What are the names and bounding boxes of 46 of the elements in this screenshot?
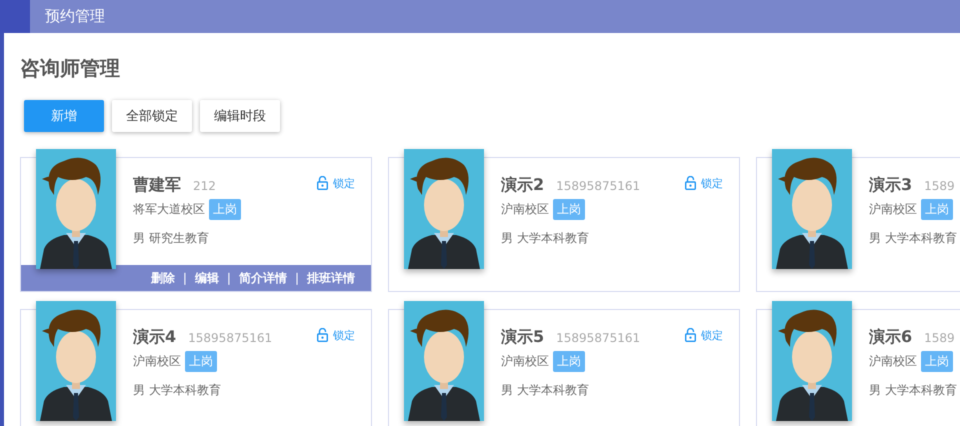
gender-education: 男 研究生教育 (133, 230, 210, 247)
campus-label: 沪南校区 (133, 353, 181, 370)
toolbar-button[interactable]: 新增 (24, 100, 104, 132)
separator: | (182, 271, 187, 285)
status-badge: 上岗 (185, 351, 217, 372)
gender-education: 男 大学本科教育 (501, 230, 590, 247)
toolbar-button[interactable]: 编辑时段 (200, 100, 280, 132)
campus-label: 沪南校区 (501, 201, 549, 218)
phone-number: 212 (193, 179, 216, 193)
counselor-name: 演示3 (869, 175, 912, 196)
action-link[interactable]: 简介详情 (238, 270, 287, 286)
lock-link[interactable]: 锁定 (701, 176, 723, 190)
action-link[interactable]: 编辑 (194, 270, 219, 286)
header-title: 预约管理 (45, 7, 105, 26)
gender-education: 男 大学本科教育 (869, 382, 958, 399)
status-badge: 上岗 (209, 199, 241, 220)
counselor-name: 演示5 (501, 327, 544, 348)
counselor-name: 演示2 (501, 175, 544, 196)
status-badge: 上岗 (921, 199, 953, 220)
action-link[interactable]: 删除 (150, 270, 175, 286)
action-link[interactable]: 排班详情 (307, 270, 355, 286)
gender-education: 男 大学本科教育 (501, 382, 590, 399)
page-title: 咨询师管理 (19, 55, 121, 78)
lock-link[interactable]: 锁定 (701, 328, 723, 342)
toolbar-button[interactable]: 全部锁定 (112, 100, 192, 132)
separator: | (226, 271, 231, 285)
phone-number: 15895875161 (556, 179, 640, 193)
phone-number: 15895875161 (556, 331, 640, 345)
campus-label: 沪南校区 (501, 353, 549, 370)
campus-label: 沪南校区 (869, 201, 917, 218)
phone-number: 15895875161 (188, 331, 272, 345)
counselor-name: 曹建军 (133, 175, 181, 196)
counselor-name: 演示4 (133, 327, 176, 348)
campus-label: 沪南校区 (869, 353, 917, 370)
lock-link[interactable]: 锁定 (333, 176, 355, 190)
counselor-name: 演示6 (869, 327, 912, 348)
status-badge: 上岗 (921, 351, 953, 372)
status-badge: 上岗 (553, 351, 585, 372)
phone-number: 1589 (924, 179, 955, 193)
status-badge: 上岗 (553, 199, 585, 220)
separator: | (294, 271, 299, 285)
campus-label: 将军大道校区 (133, 201, 205, 218)
gender-education: 男 大学本科教育 (869, 230, 958, 247)
gender-education: 男 大学本科教育 (133, 382, 222, 399)
lock-link[interactable]: 锁定 (333, 328, 355, 342)
phone-number: 1589 (924, 331, 955, 345)
